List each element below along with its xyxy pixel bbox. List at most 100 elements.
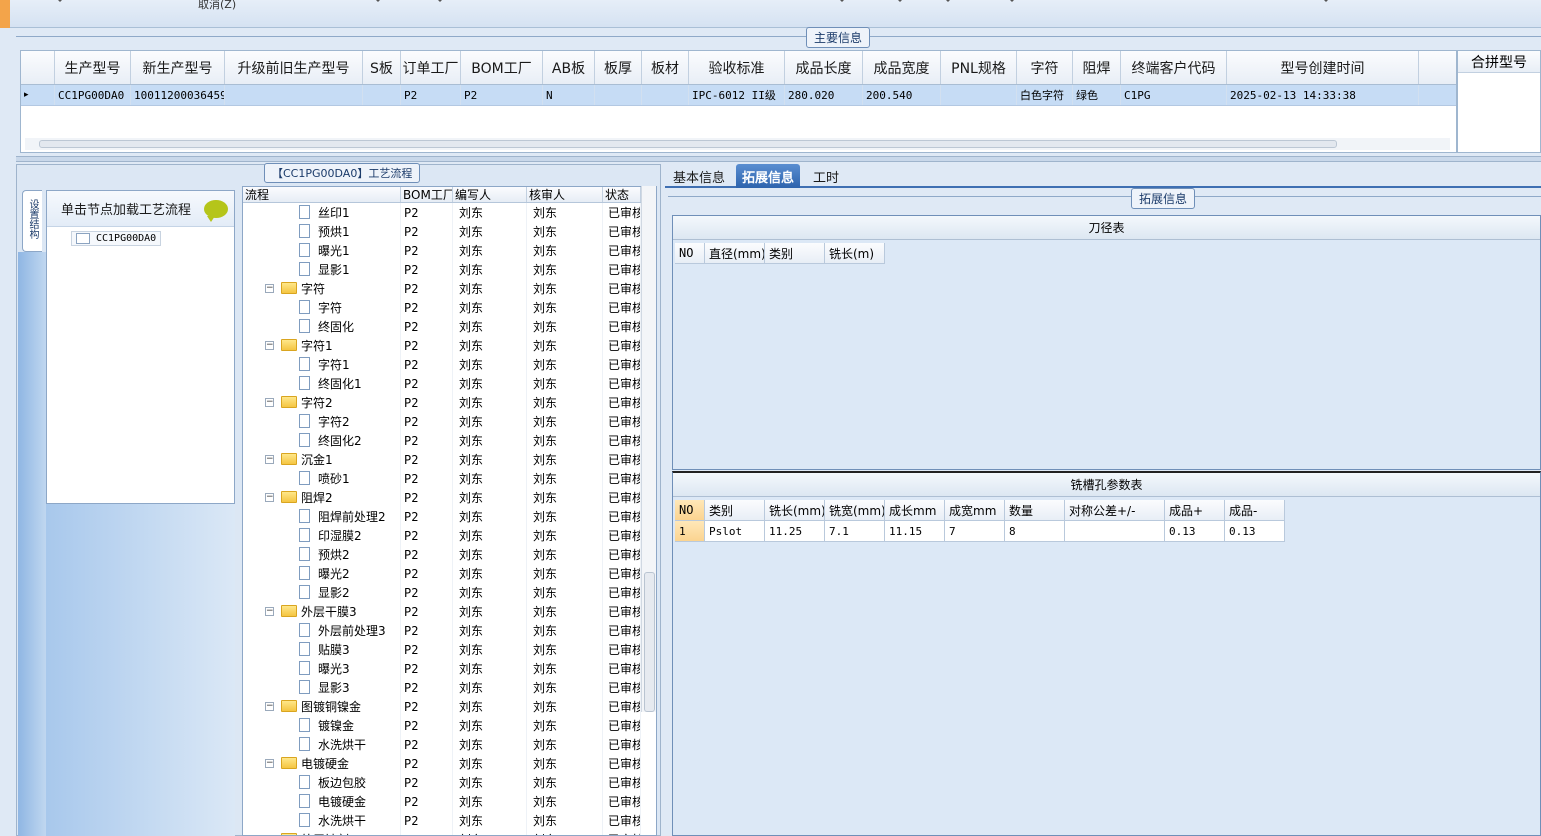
grid-column-header[interactable]: AB板: [543, 51, 595, 84]
slot-cell[interactable]: 7: [945, 521, 1005, 542]
slot-column-header[interactable]: 铣宽(mm): [825, 500, 885, 521]
dropdown-arrow-icon[interactable]: [944, 0, 952, 2]
process-step-row[interactable]: 水洗烘干 P2 刘东 刘东 已审核: [243, 811, 656, 830]
root-tree-node[interactable]: CC1PG00DA0: [71, 231, 162, 246]
process-column-header[interactable]: 状态: [603, 187, 641, 202]
grid-column-header[interactable]: 阻焊: [1073, 51, 1121, 84]
cancel-button[interactable]: 取消(Z): [198, 0, 236, 12]
dropdown-arrow-icon[interactable]: [374, 0, 382, 2]
slot-column-header[interactable]: 成品+: [1165, 500, 1225, 521]
process-column-header[interactable]: 流程: [243, 187, 401, 202]
slot-cell[interactable]: 8: [1005, 521, 1065, 542]
process-column-header[interactable]: 编写人: [453, 187, 527, 202]
process-group-row[interactable]: −外层蚀刻2P2刘东刘东已审核: [243, 830, 656, 835]
process-tree-grid[interactable]: 流程 BOM工厂 编写人 核审人 状态 丝印1 P2 刘东 刘东 已审核 预烘1 P2 刘东 刘东 已审核…: [242, 186, 657, 836]
process-column-header[interactable]: BOM工厂: [401, 187, 453, 202]
process-grid-body[interactable]: 丝印1 P2 刘东 刘东 已审核 预烘1 P2 刘东 刘东 已审核 曝光1 P2 刘东 刘东 已审核 显影1 P…: [243, 203, 656, 835]
collapse-icon[interactable]: −: [265, 702, 274, 711]
slot-table-row[interactable]: 1 Pslot 11.25 7.1 11.15 7 8 0.13 0.13: [675, 521, 1285, 542]
process-step-row[interactable]: 曝光1 P2 刘东 刘东 已审核: [243, 241, 656, 260]
slot-column-header[interactable]: 铣长(mm): [765, 500, 825, 521]
collapse-icon[interactable]: −: [265, 455, 274, 464]
grid-cell[interactable]: 绿色: [1073, 85, 1121, 105]
slot-column-header[interactable]: NO: [675, 500, 705, 521]
process-step-row[interactable]: 曝光2 P2 刘东 刘东 已审核: [243, 564, 656, 583]
collapse-icon[interactable]: −: [265, 398, 274, 407]
process-step-row[interactable]: 预烘2 P2 刘东 刘东 已审核: [243, 545, 656, 564]
process-group-row[interactable]: − 沉金1 P2 刘东 刘东 已审核: [243, 450, 656, 469]
grid-column-header[interactable]: 成品宽度: [863, 51, 941, 84]
process-group-row[interactable]: − 图镀铜镍金 P2 刘东 刘东 已审核: [243, 697, 656, 716]
grid-column-header[interactable]: S板: [363, 51, 401, 84]
dropdown-arrow-icon[interactable]: [1322, 0, 1330, 2]
grid-cell[interactable]: 2025-02-13 14:33:38: [1227, 85, 1419, 105]
grid-cell[interactable]: IPC-6012 II级: [689, 85, 785, 105]
grid-cell[interactable]: 10011200036459: [131, 85, 225, 105]
process-group-row[interactable]: − 电镀硬金 P2 刘东 刘东 已审核: [243, 754, 656, 773]
slot-column-header[interactable]: 成宽mm: [945, 500, 1005, 521]
slot-column-header[interactable]: 对称公差+/-: [1065, 500, 1165, 521]
process-group-row[interactable]: − 阻焊2 P2 刘东 刘东 已审核: [243, 488, 656, 507]
tab-basic-info[interactable]: 基本信息: [667, 164, 731, 188]
process-group-row[interactable]: − 字符2 P2 刘东 刘东 已审核: [243, 393, 656, 412]
process-step-row[interactable]: 预烘1 P2 刘东 刘东 已审核: [243, 222, 656, 241]
dropdown-arrow-icon[interactable]: [56, 0, 64, 2]
process-step-row[interactable]: 电镀硬金 P2 刘东 刘东 已审核: [243, 792, 656, 811]
collapse-icon[interactable]: −: [265, 493, 274, 502]
process-step-row[interactable]: 印湿膜2 P2 刘东 刘东 已审核: [243, 526, 656, 545]
process-step-row[interactable]: 字符1 P2 刘东 刘东 已审核: [243, 355, 656, 374]
slot-cell[interactable]: Pslot: [705, 521, 765, 542]
grid-cell[interactable]: P2: [461, 85, 543, 105]
tool-column-header[interactable]: 铣长(m): [825, 243, 885, 264]
tool-column-header[interactable]: 直径(mm): [705, 243, 765, 264]
grid-column-header[interactable]: 板厚: [595, 51, 642, 84]
grid-cell[interactable]: CC1PG00DA0: [55, 85, 131, 105]
grid-column-header[interactable]: 板材: [642, 51, 689, 84]
grid-cell[interactable]: [642, 85, 689, 105]
process-step-row[interactable]: 外层前处理3 P2 刘东 刘东 已审核: [243, 621, 656, 640]
grid-column-header[interactable]: PNL规格: [941, 51, 1017, 84]
process-step-row[interactable]: 终固化 P2 刘东 刘东 已审核: [243, 317, 656, 336]
tool-table-grid[interactable]: NO 直径(mm) 类别 铣长(m): [675, 243, 885, 264]
grid-row-selected[interactable]: ▸ CC1PG00DA0 10011200036459 P2 P2 N IPC-6012 I…: [21, 85, 1456, 106]
slot-column-header[interactable]: 数量: [1005, 500, 1065, 521]
grid-cell[interactable]: [595, 85, 642, 105]
process-group-row[interactable]: − 外层干膜3 P2 刘东 刘东 已审核: [243, 602, 656, 621]
grid-cell[interactable]: [225, 85, 363, 105]
process-step-row[interactable]: 曝光3 P2 刘东 刘东 已审核: [243, 659, 656, 678]
slot-column-header[interactable]: 类别: [705, 500, 765, 521]
grid-column-header[interactable]: 型号创建时间: [1227, 51, 1419, 84]
slot-column-header[interactable]: 成品-: [1225, 500, 1285, 521]
grid-column-header[interactable]: 升级前旧生产型号: [225, 51, 363, 84]
process-step-row[interactable]: 字符2 P2 刘东 刘东 已审核: [243, 412, 656, 431]
tool-column-header[interactable]: 类别: [765, 243, 825, 264]
grid-cell[interactable]: C1PG: [1121, 85, 1227, 105]
grid-cell[interactable]: P2: [401, 85, 461, 105]
horizontal-scrollbar[interactable]: [25, 138, 1450, 150]
grid-column-header[interactable]: 生产型号: [55, 51, 131, 84]
collapse-icon[interactable]: −: [265, 607, 274, 616]
grid-cell[interactable]: [363, 85, 401, 105]
process-step-row[interactable]: 终固化2 P2 刘东 刘东 已审核: [243, 431, 656, 450]
process-step-row[interactable]: 字符 P2 刘东 刘东 已审核: [243, 298, 656, 317]
slot-cell[interactable]: 1: [675, 521, 705, 542]
grid-column-header[interactable]: BOM工厂: [461, 51, 543, 84]
grid-cell[interactable]: 白色字符: [1017, 85, 1073, 105]
grid-cell[interactable]: [941, 85, 1017, 105]
process-step-row[interactable]: 显影2 P2 刘东 刘东 已审核: [243, 583, 656, 602]
tab-work-hours[interactable]: 工时: [807, 164, 845, 188]
process-column-header[interactable]: 核审人: [527, 187, 603, 202]
slot-cell[interactable]: 7.1: [825, 521, 885, 542]
process-step-row[interactable]: 终固化1 P2 刘东 刘东 已审核: [243, 374, 656, 393]
process-step-row[interactable]: 贴膜3 P2 刘东 刘东 已审核: [243, 640, 656, 659]
dropdown-arrow-icon[interactable]: [1008, 0, 1016, 2]
slot-cell[interactable]: 11.15: [885, 521, 945, 542]
scrollbar-thumb[interactable]: [644, 572, 655, 712]
tool-column-header[interactable]: NO: [675, 243, 705, 264]
process-step-row[interactable]: 板边包胶 P2 刘东 刘东 已审核: [243, 773, 656, 792]
process-group-row[interactable]: − 字符 P2 刘东 刘东 已审核: [243, 279, 656, 298]
grid-column-header[interactable]: 终端客户代码: [1121, 51, 1227, 84]
grid-column-header[interactable]: 新生产型号: [131, 51, 225, 84]
slot-column-header[interactable]: 成长mm: [885, 500, 945, 521]
grid-column-header[interactable]: 成品长度: [785, 51, 863, 84]
